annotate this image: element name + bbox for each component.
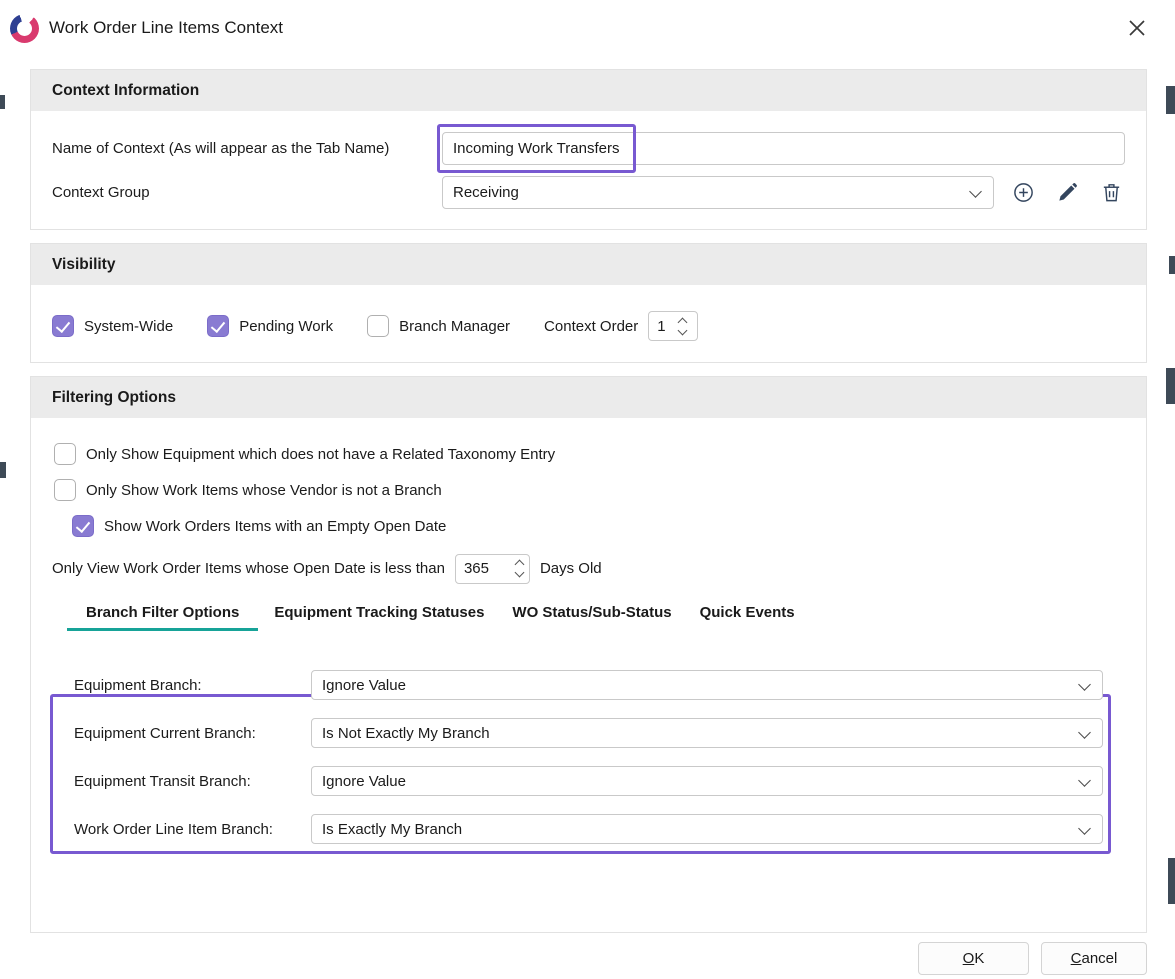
- dialog-title: Work Order Line Items Context: [49, 18, 283, 38]
- equipment-branch-select[interactable]: Ignore Value: [311, 670, 1103, 700]
- equipment-current-branch-label: Equipment Current Branch:: [74, 725, 311, 742]
- context-order-spinner[interactable]: 1: [648, 311, 698, 341]
- close-button[interactable]: [1123, 14, 1151, 42]
- filter-checkbox-row: Only Show Equipment which does not have …: [54, 442, 1125, 466]
- checkbox-box-checked[interactable]: [72, 515, 94, 537]
- tab-wo-status-sub-status[interactable]: WO Status/Sub-Status: [500, 604, 683, 631]
- checkbox-vendor-not-branch[interactable]: Only Show Work Items whose Vendor is not…: [54, 479, 442, 501]
- checkbox-label: Only Show Equipment which does not have …: [86, 446, 555, 463]
- cancel-button[interactable]: Cancel: [1041, 942, 1147, 975]
- context-name-input[interactable]: [442, 132, 1125, 165]
- context-group-select[interactable]: Receiving: [442, 176, 994, 209]
- delete-context-group-button[interactable]: [1096, 178, 1126, 208]
- equipment-transit-branch-label: Equipment Transit Branch:: [74, 773, 311, 790]
- checkbox-empty-open-date[interactable]: Show Work Orders Items with an Empty Ope…: [72, 515, 446, 537]
- dialog-footer: OK Cancel: [0, 933, 1175, 975]
- chevron-down-icon: [1078, 822, 1091, 835]
- checkbox-label: Pending Work: [239, 318, 333, 335]
- equipment-transit-branch-select[interactable]: Ignore Value: [311, 766, 1103, 796]
- spinner-arrows-icon[interactable]: [516, 561, 523, 576]
- filter-checkbox-row: Show Work Orders Items with an Empty Ope…: [72, 514, 1125, 538]
- chevron-down-icon: [1078, 678, 1091, 691]
- ok-button-label: OK: [919, 950, 1028, 967]
- edit-context-group-button[interactable]: [1052, 178, 1082, 208]
- days-old-suffix: Days Old: [540, 560, 602, 577]
- checkbox-label: System-Wide: [84, 318, 173, 335]
- select-value: Ignore Value: [322, 773, 406, 790]
- checkbox-box-checked[interactable]: [52, 315, 74, 337]
- cancel-button-label: Cancel: [1042, 950, 1146, 967]
- trash-icon: [1100, 181, 1123, 204]
- close-icon: [1127, 18, 1147, 38]
- open-date-label: Only View Work Order Items whose Open Da…: [52, 560, 445, 577]
- select-value: Is Exactly My Branch: [322, 821, 462, 838]
- background-window-fragment: [1169, 256, 1175, 274]
- select-value: Ignore Value: [322, 677, 406, 694]
- background-window-fragment: [1166, 368, 1175, 404]
- context-group-value: Receiving: [453, 184, 519, 201]
- background-window-fragment: [1166, 86, 1175, 114]
- equipment-current-branch-select[interactable]: Is Not Exactly My Branch: [311, 718, 1103, 748]
- checkbox-box-unchecked[interactable]: [54, 479, 76, 501]
- background-window-fragment: [0, 462, 6, 478]
- circle-plus-icon: [1012, 181, 1035, 204]
- tab-quick-events[interactable]: Quick Events: [688, 604, 807, 631]
- chevron-down-icon: [1078, 774, 1091, 787]
- context-information-header: Context Information: [31, 70, 1146, 111]
- dialog-titlebar: Work Order Line Items Context: [0, 0, 1175, 56]
- add-context-group-button[interactable]: [1008, 178, 1038, 208]
- checkbox-label: Only Show Work Items whose Vendor is not…: [86, 482, 442, 499]
- equipment-transit-branch-row: Equipment Transit Branch: Ignore Value: [74, 766, 1125, 796]
- wo-line-item-branch-label: Work Order Line Item Branch:: [74, 821, 311, 838]
- context-name-row: Name of Context (As will appear as the T…: [52, 132, 1125, 165]
- context-group-row: Context Group Receiving: [52, 176, 1125, 209]
- equipment-current-branch-row: Equipment Current Branch: Is Not Exactly…: [74, 718, 1125, 748]
- chevron-down-icon: [969, 185, 982, 198]
- days-old-value: 365: [464, 560, 489, 577]
- context-order-label: Context Order: [544, 318, 638, 335]
- checkbox-branch-manager[interactable]: Branch Manager: [367, 315, 510, 337]
- tab-equipment-tracking-statuses[interactable]: Equipment Tracking Statuses: [262, 604, 496, 631]
- filter-tabs: Branch Filter Options Equipment Tracking…: [67, 604, 1125, 631]
- checkbox-box-unchecked[interactable]: [367, 315, 389, 337]
- app-logo-icon: [10, 14, 39, 43]
- filtering-options-panel: Filtering Options Only Show Equipment wh…: [30, 376, 1147, 933]
- equipment-branch-row: Equipment Branch: Ignore Value: [74, 670, 1125, 700]
- tab-branch-filter-options[interactable]: Branch Filter Options: [67, 604, 258, 631]
- branch-filter-rows: Equipment Branch: Ignore Value Equipment…: [52, 658, 1125, 844]
- checkbox-system-wide[interactable]: System-Wide: [52, 315, 173, 337]
- context-name-label: Name of Context (As will appear as the T…: [52, 140, 442, 157]
- visibility-panel: Visibility System-Wide Pending Work Bran…: [30, 243, 1147, 363]
- select-value: Is Not Exactly My Branch: [322, 725, 490, 742]
- chevron-down-icon: [1078, 726, 1091, 739]
- checkbox-no-taxonomy-entry[interactable]: Only Show Equipment which does not have …: [54, 443, 555, 465]
- days-old-spinner[interactable]: 365: [455, 554, 530, 584]
- context-order-value: 1: [657, 318, 671, 335]
- checkbox-label: Show Work Orders Items with an Empty Ope…: [104, 518, 446, 535]
- background-window-fragment: [0, 95, 5, 109]
- wo-line-item-branch-row: Work Order Line Item Branch: Is Exactly …: [74, 814, 1125, 844]
- visibility-header: Visibility: [31, 244, 1146, 285]
- checkbox-box-unchecked[interactable]: [54, 443, 76, 465]
- wo-line-item-branch-select[interactable]: Is Exactly My Branch: [311, 814, 1103, 844]
- filter-checkbox-row: Only Show Work Items whose Vendor is not…: [54, 478, 1125, 502]
- context-group-label: Context Group: [52, 184, 442, 201]
- filtering-options-header: Filtering Options: [31, 377, 1146, 418]
- checkbox-label: Branch Manager: [399, 318, 510, 335]
- equipment-branch-label: Equipment Branch:: [74, 677, 311, 694]
- background-window-fragment: [1168, 858, 1175, 904]
- checkbox-pending-work[interactable]: Pending Work: [207, 315, 333, 337]
- pencil-icon: [1056, 181, 1079, 204]
- spinner-arrows-icon[interactable]: [679, 319, 686, 334]
- checkbox-box-checked[interactable]: [207, 315, 229, 337]
- context-information-panel: Context Information Name of Context (As …: [30, 69, 1147, 230]
- dialog-content: Context Information Name of Context (As …: [0, 56, 1175, 933]
- open-date-row: Only View Work Order Items whose Open Da…: [52, 552, 1125, 585]
- ok-button[interactable]: OK: [918, 942, 1029, 975]
